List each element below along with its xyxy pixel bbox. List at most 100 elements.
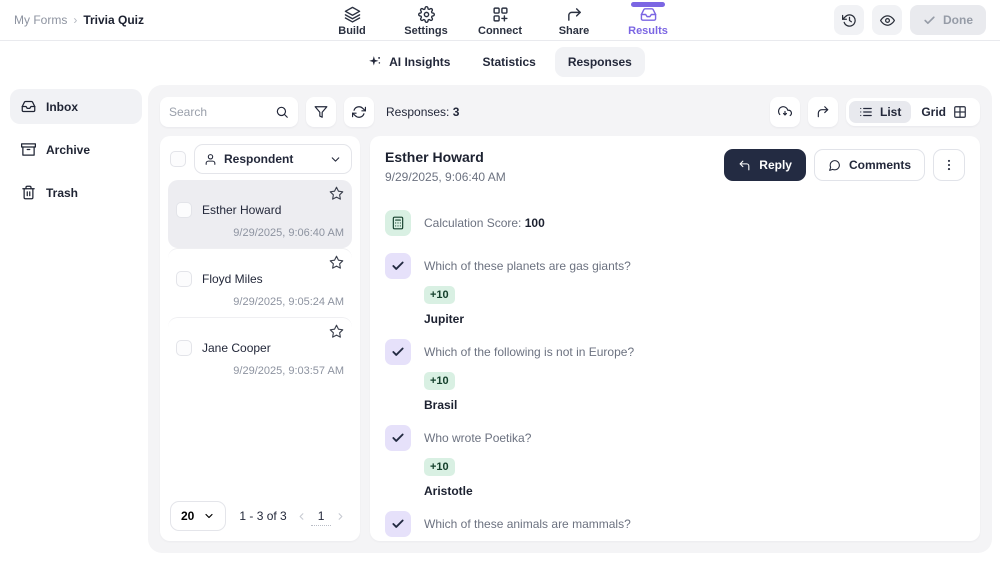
comments-button[interactable]: Comments <box>813 149 925 181</box>
view-toggle-grid[interactable]: Grid <box>911 101 977 123</box>
share-arrow-icon <box>566 6 583 23</box>
subnav-statistics[interactable]: Statistics <box>469 47 548 77</box>
inbox-tray-icon <box>640 6 657 23</box>
reply-button[interactable]: Reply <box>724 149 806 181</box>
archive-icon <box>21 142 36 157</box>
pagination-current-page[interactable]: 1 <box>310 507 332 526</box>
top-tabs: Build Settings Connect Share Results <box>327 0 673 41</box>
sidebar-item-trash-label: Trash <box>46 185 79 200</box>
points-badge: +10 <box>424 458 455 476</box>
pagination-nav: 1 <box>293 505 350 527</box>
respondent-timestamp: 9/29/2025, 9:05:24 AM <box>233 296 344 308</box>
respondent-dropdown-label: Respondent <box>224 152 294 166</box>
pagination-prev-icon[interactable] <box>293 505 311 527</box>
detail-timestamp: 9/29/2025, 9:06:40 AM <box>385 170 506 184</box>
star-icon[interactable] <box>176 186 344 201</box>
pagination-range: 1 - 3 of 3 <box>239 509 287 523</box>
done-button[interactable]: Done <box>910 5 986 35</box>
breadcrumb: My Forms › Trivia Quiz <box>14 13 144 27</box>
tab-connect[interactable]: Connect <box>475 0 525 41</box>
folders-sidebar: Inbox Archive Trash <box>0 83 148 565</box>
filter-funnel-icon <box>314 105 328 119</box>
points-badge: +10 <box>424 286 455 304</box>
respondent-row-esther-howard[interactable]: Esther Howard 9/29/2025, 9:06:40 AM <box>168 180 352 248</box>
filter-button[interactable] <box>306 97 336 127</box>
respondent-name: Esther Howard <box>202 203 282 217</box>
list-view-icon <box>859 105 873 119</box>
points-badge: +10 <box>424 372 455 390</box>
tab-settings[interactable]: Settings <box>401 0 451 41</box>
breadcrumb-form-title: Trivia Quiz <box>83 13 145 27</box>
answered-check-icon <box>385 339 411 365</box>
breadcrumb-my-forms[interactable]: My Forms <box>14 13 67 27</box>
answered-check-icon <box>385 425 411 451</box>
sidebar-item-inbox[interactable]: Inbox <box>10 89 142 124</box>
grid-view-icon <box>953 105 967 119</box>
subnav-ai-insights-label: AI Insights <box>389 55 451 69</box>
responses-count-label: Responses: <box>386 105 450 119</box>
respondent-name: Floyd Miles <box>202 272 263 286</box>
responses-panel: Responses: 3 <box>148 85 992 553</box>
respondent-row-floyd-miles[interactable]: Floyd Miles 9/29/2025, 9:05:24 AM <box>168 248 352 317</box>
respondent-row-jane-cooper[interactable]: Jane Cooper 9/29/2025, 9:03:57 AM <box>168 317 352 386</box>
forward-arrow-icon <box>816 105 830 119</box>
sidebar-item-archive[interactable]: Archive <box>10 132 142 167</box>
respondent-list-header: Respondent <box>168 144 352 174</box>
gear-icon <box>417 6 435 23</box>
subnav-responses[interactable]: Responses <box>554 47 645 77</box>
question-text: Which of these animals are mammals? <box>424 517 631 531</box>
view-toggle-list[interactable]: List <box>848 101 912 123</box>
star-icon[interactable] <box>176 324 344 339</box>
tab-settings-label: Settings <box>404 25 448 37</box>
detail-actions: Reply Comments <box>724 149 965 181</box>
kebab-menu-icon <box>942 158 956 172</box>
tab-share[interactable]: Share <box>549 0 599 41</box>
toolbar-right: List Grid <box>769 97 980 127</box>
results-subnav: AI Insights Statistics Responses <box>0 41 1000 83</box>
sidebar-item-trash[interactable]: Trash <box>10 175 142 210</box>
respondent-list: Respondent Esther Howard 9/29/2025, 9:06… <box>160 136 360 541</box>
select-all-checkbox[interactable] <box>170 151 186 167</box>
chevron-down-icon <box>329 153 342 166</box>
comments-button-label: Comments <box>848 158 911 172</box>
more-options-button[interactable] <box>933 149 965 181</box>
question-text: Which of the following is not in Europe? <box>424 345 635 359</box>
reply-button-label: Reply <box>759 158 792 172</box>
list-pagination: 20 1 - 3 of 3 1 <box>168 493 352 533</box>
row-checkbox[interactable] <box>176 202 192 218</box>
question-block: Who wrote Poetika? +10 Aristotle <box>385 425 965 498</box>
refresh-icon <box>352 105 366 119</box>
eye-icon <box>879 13 895 28</box>
star-icon[interactable] <box>176 255 344 270</box>
tab-build-label: Build <box>338 25 366 37</box>
forward-button[interactable] <box>807 97 838 127</box>
responses-toolbar: Responses: 3 <box>160 97 980 127</box>
sparkle-icon <box>368 55 382 69</box>
row-checkbox[interactable] <box>176 340 192 356</box>
subnav-ai-insights[interactable]: AI Insights <box>355 47 463 77</box>
tab-results[interactable]: Results <box>623 0 673 41</box>
row-checkbox[interactable] <box>176 271 192 287</box>
tab-build[interactable]: Build <box>327 0 377 41</box>
person-icon <box>204 153 217 166</box>
question-block: Which of these planets are gas giants? +… <box>385 253 965 326</box>
answer-text: Jupiter <box>424 312 465 326</box>
breadcrumb-separator: › <box>73 13 78 27</box>
search-box[interactable] <box>160 97 298 127</box>
page-size-dropdown[interactable]: 20 <box>170 501 227 531</box>
done-button-label: Done <box>943 13 973 27</box>
responses-count: Responses: 3 <box>386 105 459 119</box>
preview-button[interactable] <box>872 5 902 35</box>
trash-icon <box>21 185 36 200</box>
cloud-download-icon <box>777 105 792 119</box>
view-toggle: List Grid <box>845 98 980 126</box>
search-input[interactable] <box>169 105 269 119</box>
pagination-next-icon[interactable] <box>331 505 349 527</box>
revision-history-button[interactable] <box>834 5 864 35</box>
respondent-sort-dropdown[interactable]: Respondent <box>194 144 352 174</box>
respondent-timestamp: 9/29/2025, 9:03:57 AM <box>233 365 344 377</box>
answered-check-icon <box>385 511 411 537</box>
calculation-score-row: Calculation Score: 100 <box>385 210 965 236</box>
refresh-button[interactable] <box>344 97 374 127</box>
download-button[interactable] <box>769 97 800 127</box>
